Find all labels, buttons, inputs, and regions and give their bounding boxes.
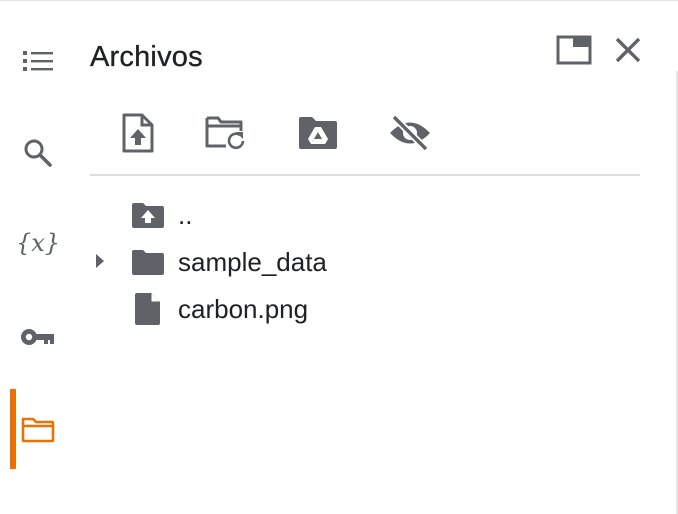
maximize-button[interactable] — [553, 31, 595, 73]
maximize-icon — [556, 35, 592, 70]
hide-files-icon — [387, 114, 433, 157]
active-indicator — [10, 389, 16, 469]
close-button[interactable] — [607, 31, 649, 73]
upload-button[interactable] — [110, 107, 166, 163]
close-icon — [614, 36, 642, 69]
refresh-folder-icon — [204, 115, 248, 156]
rail-item-search[interactable] — [0, 113, 76, 193]
refresh-button[interactable] — [198, 107, 254, 163]
upload-file-icon — [121, 112, 155, 159]
folder-icon — [18, 409, 58, 449]
tree-item-parent[interactable]: .. — [90, 191, 640, 238]
key-icon — [18, 317, 58, 357]
tree-item-label: carbon.png — [178, 294, 309, 324]
search-icon — [18, 133, 58, 173]
expand-caret-icon[interactable] — [92, 252, 108, 270]
mount-drive-icon — [297, 116, 339, 155]
left-rail: {x} — [0, 1, 76, 514]
toolbar-divider — [90, 174, 640, 176]
files-panel-root: {x} Archivos .. sample_data carbon.png — [0, 0, 678, 514]
file-icon — [130, 293, 166, 325]
variables-glyph: {x} — [15, 229, 61, 257]
folder-icon — [130, 246, 166, 278]
list-icon — [18, 41, 58, 81]
rail-item-variables[interactable]: {x} — [0, 203, 76, 283]
mount-drive-button[interactable] — [290, 107, 346, 163]
rail-item-files[interactable] — [0, 389, 76, 469]
tree-item-label: sample_data — [178, 247, 327, 277]
rail-item-secrets[interactable] — [0, 297, 76, 377]
files-toolbar — [90, 107, 640, 163]
panel-title: Archivos — [90, 41, 203, 73]
tree-item-label: .. — [178, 200, 193, 230]
parent-folder-icon — [130, 199, 166, 231]
variables-icon: {x} — [15, 223, 61, 263]
tree-item-sample-data[interactable]: sample_data — [90, 238, 640, 285]
tree-item-carbon-png[interactable]: carbon.png — [90, 285, 640, 332]
rail-item-toc[interactable] — [0, 21, 76, 101]
toggle-hidden-button[interactable] — [382, 107, 438, 163]
file-tree: .. sample_data carbon.png — [90, 191, 640, 332]
